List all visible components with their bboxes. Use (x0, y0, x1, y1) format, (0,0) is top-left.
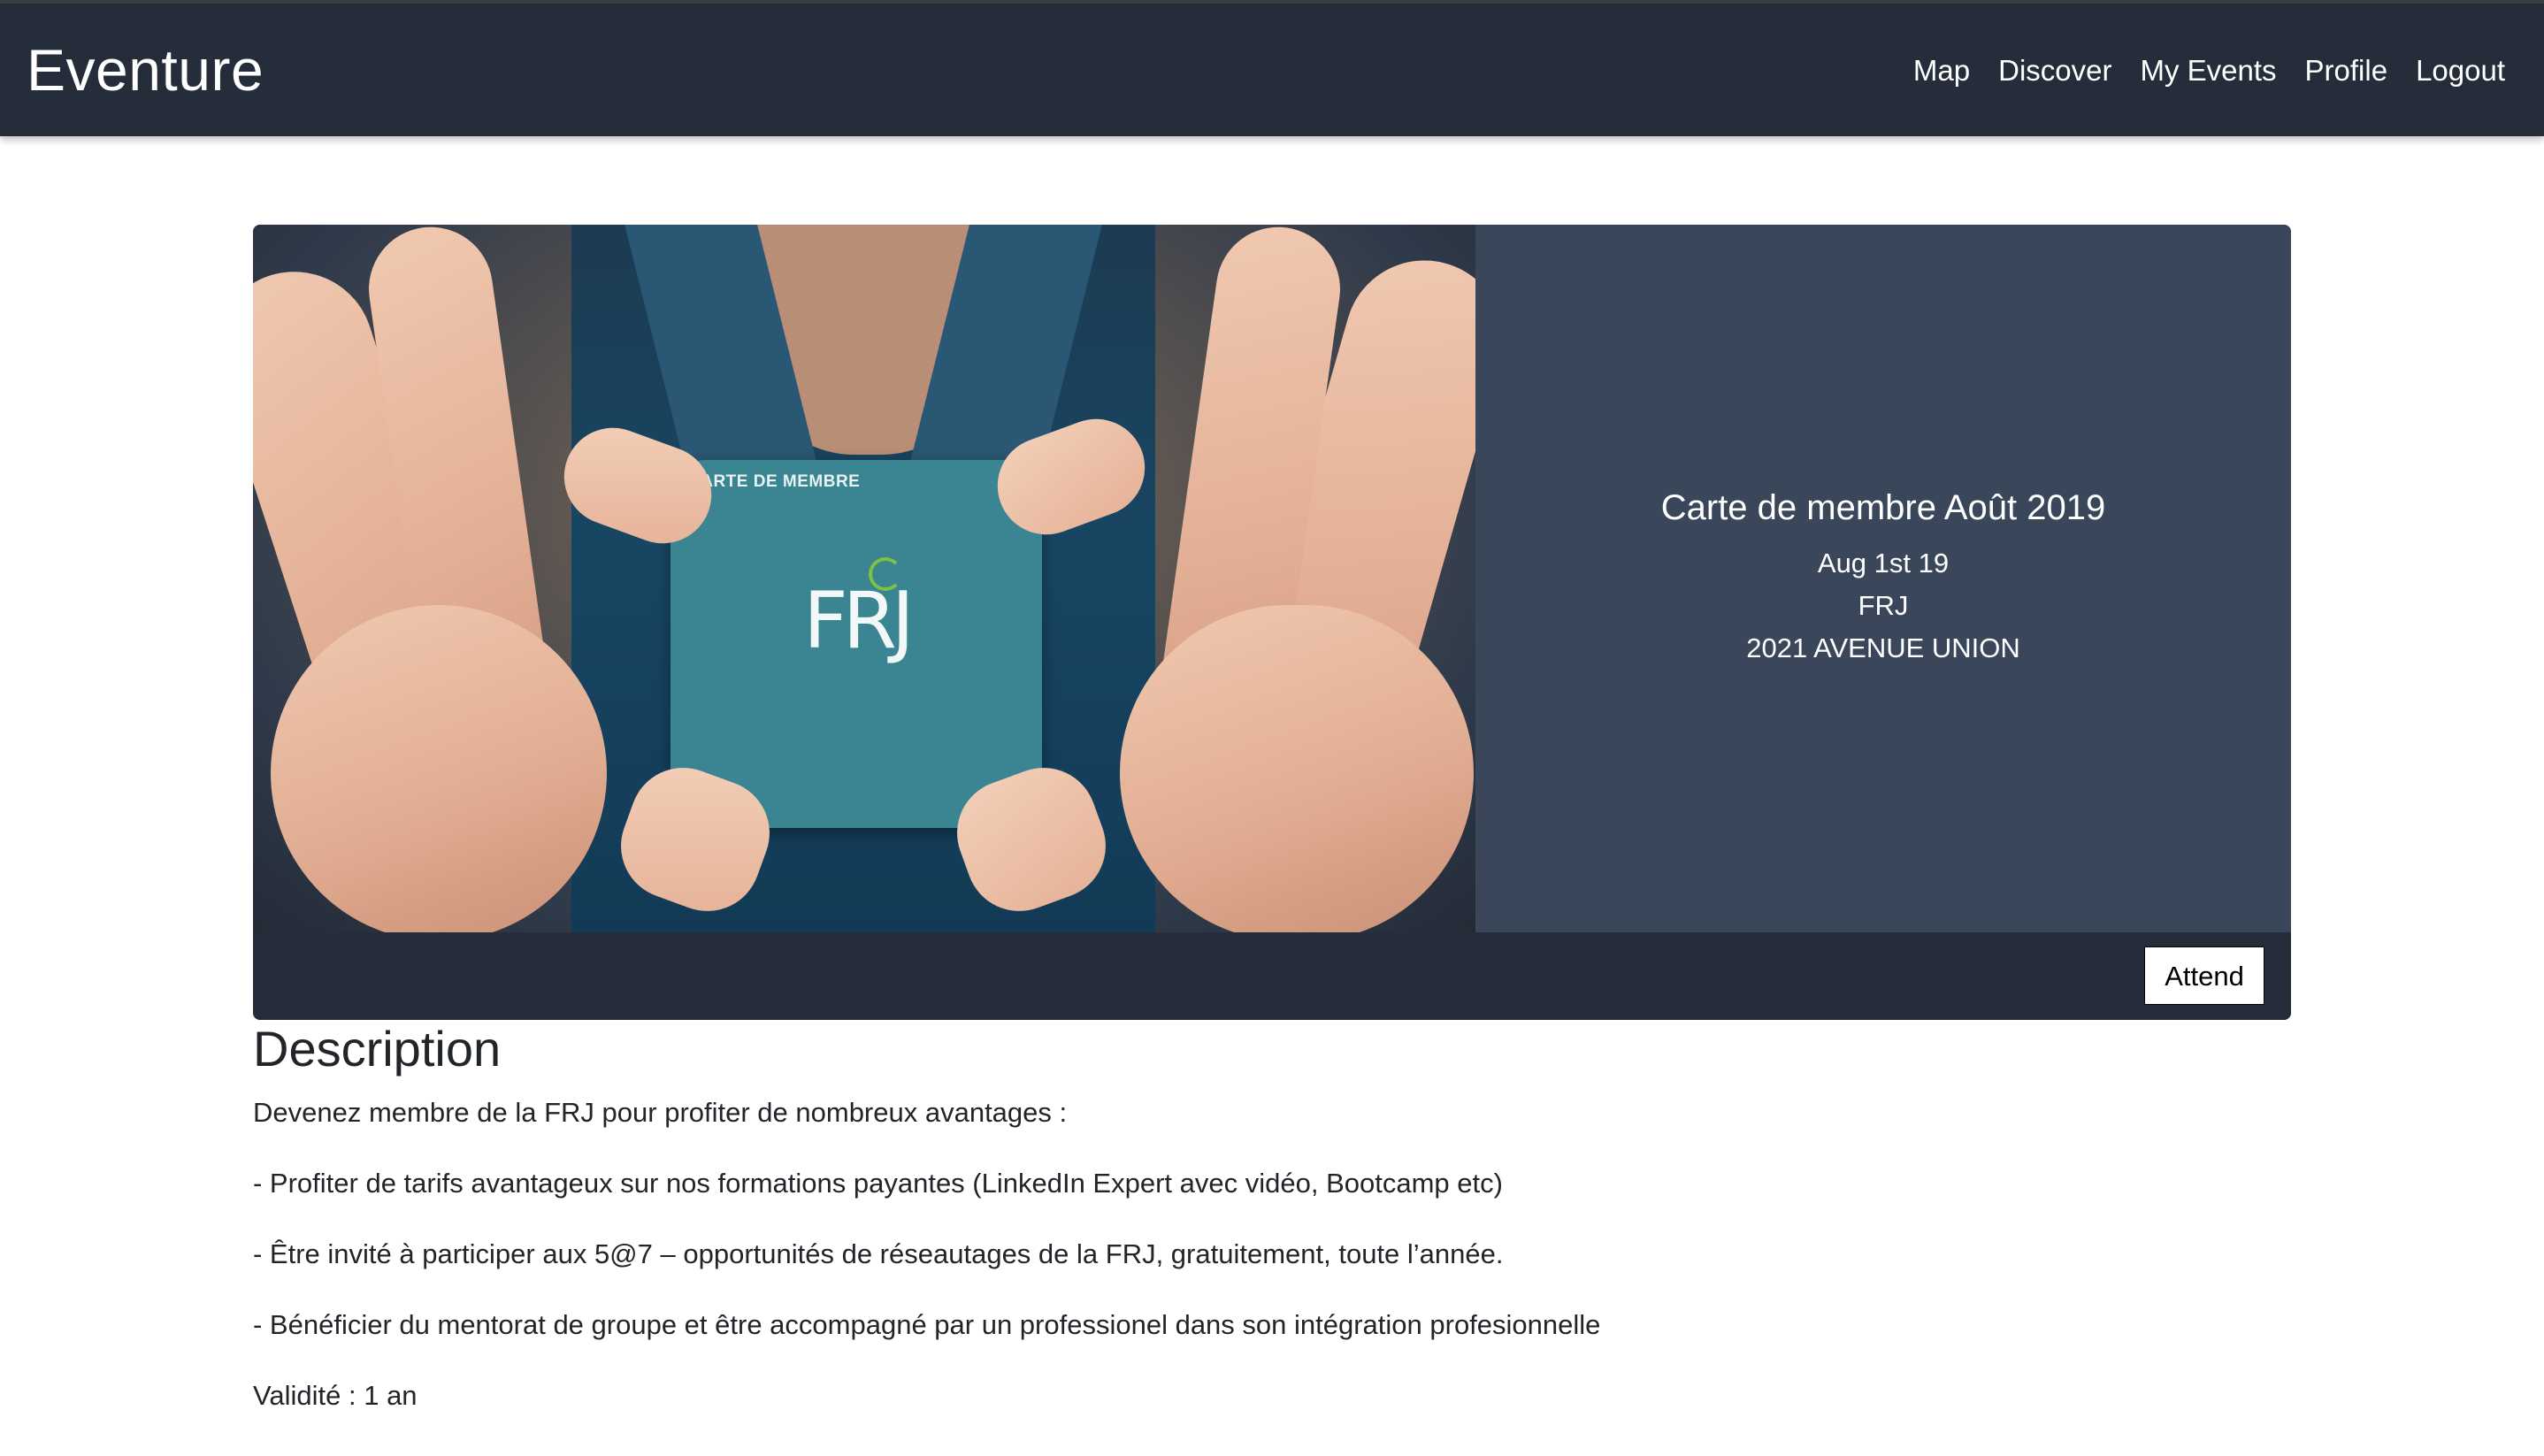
event-date: Aug 1st 19 (1817, 548, 1950, 579)
frj-logo: FRJ (670, 557, 1042, 666)
description-paragraph: Validité : 1 an (253, 1380, 418, 1411)
nav-link-profile[interactable]: Profile (2305, 48, 2388, 94)
top-navbar: Eventure Map Discover My Events Profile … (0, 0, 2544, 136)
description-paragraph: - Profiter de tarifs avantageux sur nos … (253, 1168, 1503, 1199)
brand-logo[interactable]: Eventure (27, 30, 264, 110)
description-section: Description Devenez membre de la FRJ pou… (253, 1017, 2291, 1447)
membership-card-graphic: CARTE DE MEMBRE FRJ (670, 460, 1042, 828)
nav-link-logout[interactable]: Logout (2416, 48, 2505, 94)
event-card: CARTE DE MEMBRE FRJ Carte de membre Août… (253, 225, 2291, 1020)
event-info-panel: Carte de membre Août 2019 Aug 1st 19 FRJ… (1475, 225, 2291, 932)
nav-links: Map Discover My Events Profile Logout (1913, 48, 2505, 94)
membership-card-title: CARTE DE MEMBRE (688, 472, 861, 491)
nav-link-map[interactable]: Map (1913, 48, 1970, 94)
logo-swirl-icon (869, 557, 902, 591)
image-hand-right-palm (1120, 605, 1474, 932)
nav-link-my-events[interactable]: My Events (2140, 48, 2276, 94)
event-title: Carte de membre Août 2019 (1660, 488, 2106, 527)
nav-link-discover[interactable]: Discover (1998, 48, 2111, 94)
description-paragraph: - Bénéficier du mentorat de groupe et êt… (253, 1309, 1601, 1340)
description-paragraph: Devenez membre de la FRJ pour profiter d… (253, 1097, 1068, 1128)
event-address: 2021 AVENUE UNION (1746, 632, 2020, 663)
event-card-footer: Attend (253, 932, 2291, 1020)
description-heading: Description (253, 1021, 502, 1077)
event-organizer: FRJ (1858, 590, 1909, 621)
event-image: CARTE DE MEMBRE FRJ (253, 225, 1475, 932)
description-paragraph: - Être invité à participer aux 5@7 – opp… (253, 1238, 1504, 1269)
attend-button[interactable]: Attend (2144, 946, 2264, 1005)
image-hand-left-palm (271, 605, 607, 932)
